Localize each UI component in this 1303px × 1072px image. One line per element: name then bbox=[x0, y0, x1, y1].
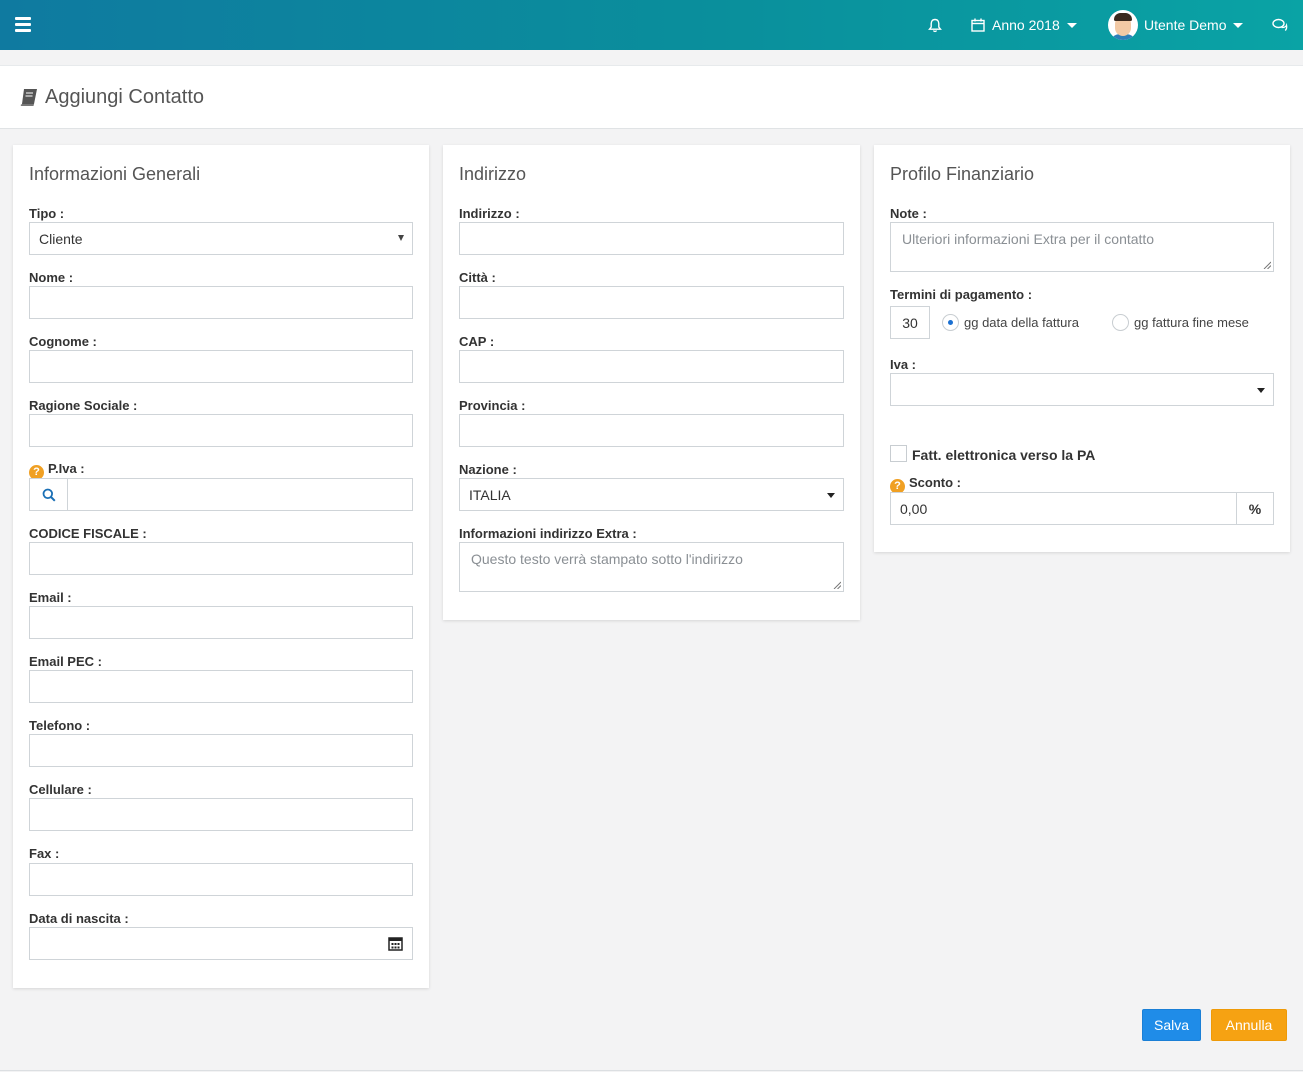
finance-title: Profilo Finanziario bbox=[890, 164, 1035, 184]
chat-icon bbox=[1272, 18, 1288, 31]
resize-handle-icon[interactable] bbox=[1263, 261, 1271, 269]
tipo-select[interactable]: Cliente bbox=[29, 222, 413, 255]
email-input[interactable] bbox=[29, 606, 413, 639]
extra-address-label: Informazioni indirizzo Extra : bbox=[459, 526, 637, 541]
chevron-down-icon bbox=[827, 493, 835, 498]
fax-input[interactable] bbox=[29, 863, 413, 896]
search-icon bbox=[42, 488, 56, 502]
year-label: Anno 2018 bbox=[992, 17, 1060, 33]
nazione-select[interactable]: ITALIA bbox=[459, 478, 844, 511]
nome-input[interactable] bbox=[29, 286, 413, 319]
page-header: Aggiungi Contatto bbox=[0, 65, 1303, 129]
calendar-icon bbox=[971, 18, 985, 32]
cap-input[interactable] bbox=[459, 350, 844, 383]
note-textarea[interactable]: Ulteriori informazioni Extra per il cont… bbox=[890, 222, 1274, 272]
ragione-sociale-input[interactable] bbox=[29, 414, 413, 447]
piva-label: P.Iva : bbox=[48, 461, 85, 476]
book-icon bbox=[20, 89, 37, 106]
citta-input[interactable] bbox=[459, 286, 844, 319]
general-info-card: Informazioni Generali Tipo : Cliente Nom… bbox=[13, 145, 429, 988]
sconto-unit: % bbox=[1236, 493, 1273, 524]
data-nascita-input[interactable] bbox=[29, 927, 413, 960]
email-pec-label: Email PEC : bbox=[29, 654, 102, 669]
email-label: Email : bbox=[29, 590, 72, 605]
indirizzo-input[interactable] bbox=[459, 222, 844, 255]
fax-label: Fax : bbox=[29, 846, 60, 861]
telefono-input[interactable] bbox=[29, 734, 413, 767]
pa-checkbox[interactable] bbox=[890, 445, 907, 462]
extra-address-textarea[interactable]: Questo testo verrà stampato sotto l'indi… bbox=[459, 542, 844, 592]
sconto-value: 0,00 bbox=[900, 500, 928, 517]
sconto-input[interactable]: 0,00 % bbox=[890, 492, 1274, 525]
calendar-icon[interactable] bbox=[388, 936, 403, 951]
extra-address-placeholder: Questo testo verrà stampato sotto l'indi… bbox=[471, 551, 743, 567]
general-info-title: Informazioni Generali bbox=[29, 164, 201, 184]
data-nascita-label: Data di nascita : bbox=[29, 911, 129, 926]
page-title-text: Aggiungi Contatto bbox=[45, 86, 205, 108]
hamburger-menu-icon[interactable] bbox=[15, 17, 31, 32]
address-card: Indirizzo Indirizzo : Città : CAP : Prov… bbox=[443, 145, 860, 620]
address-title: Indirizzo bbox=[459, 164, 527, 184]
cognome-label: Cognome : bbox=[29, 334, 97, 349]
sconto-label: Sconto : bbox=[909, 475, 961, 490]
cancel-button[interactable]: Annulla bbox=[1211, 1009, 1287, 1041]
sconto-label-row: ? Sconto : bbox=[890, 475, 961, 494]
codice-fiscale-input[interactable] bbox=[29, 542, 413, 575]
nome-label: Nome : bbox=[29, 270, 74, 285]
radio-fine-mese-label: gg fattura fine mese bbox=[1134, 315, 1249, 330]
piva-input-group[interactable] bbox=[29, 478, 413, 511]
page-title: Aggiungi Contatto bbox=[20, 86, 204, 109]
avatar bbox=[1108, 10, 1138, 40]
chevron-down-icon bbox=[398, 235, 404, 241]
bell-icon bbox=[928, 18, 942, 32]
cognome-input[interactable] bbox=[29, 350, 413, 383]
telefono-label: Telefono : bbox=[29, 718, 91, 733]
termini-value: 30 bbox=[902, 314, 918, 331]
notifications-button[interactable] bbox=[928, 0, 942, 50]
tipo-value: Cliente bbox=[39, 230, 83, 247]
chevron-down-icon bbox=[1233, 22, 1244, 28]
indirizzo-label: Indirizzo : bbox=[459, 206, 520, 221]
top-navbar: Anno 2018 Utente Demo bbox=[0, 0, 1303, 50]
save-button[interactable]: Salva bbox=[1142, 1009, 1201, 1041]
pa-label: Fatt. elettronica verso la PA bbox=[912, 447, 1096, 463]
iva-select[interactable] bbox=[890, 373, 1274, 406]
chevron-down-icon bbox=[1257, 388, 1265, 393]
footer-divider bbox=[0, 1070, 1303, 1071]
chat-button[interactable] bbox=[1272, 0, 1288, 50]
radio-data-fattura-label: gg data della fattura bbox=[964, 315, 1079, 330]
finance-card: Profilo Finanziario Note : Ulteriori inf… bbox=[874, 145, 1290, 552]
note-placeholder: Ulteriori informazioni Extra per il cont… bbox=[902, 231, 1155, 247]
nazione-label: Nazione : bbox=[459, 462, 517, 477]
year-dropdown[interactable]: Anno 2018 bbox=[971, 0, 1077, 50]
radio-fine-mese[interactable] bbox=[1112, 314, 1129, 331]
piva-search-button[interactable] bbox=[30, 479, 68, 510]
ragione-sociale-label: Ragione Sociale : bbox=[29, 398, 138, 413]
chevron-down-icon bbox=[1066, 22, 1077, 28]
termini-label: Termini di pagamento : bbox=[890, 287, 1033, 302]
tipo-label: Tipo : bbox=[29, 206, 65, 221]
citta-label: Città : bbox=[459, 270, 496, 285]
note-label: Note : bbox=[890, 206, 927, 221]
email-pec-input[interactable] bbox=[29, 670, 413, 703]
provincia-input[interactable] bbox=[459, 414, 844, 447]
codice-fiscale-label: CODICE FISCALE : bbox=[29, 526, 147, 541]
user-menu[interactable]: Utente Demo bbox=[1108, 0, 1244, 50]
cap-label: CAP : bbox=[459, 334, 495, 349]
termini-input[interactable]: 30 bbox=[890, 306, 930, 339]
cellulare-label: Cellulare : bbox=[29, 782, 92, 797]
nazione-value: ITALIA bbox=[469, 486, 511, 503]
iva-label: Iva : bbox=[890, 357, 917, 372]
radio-data-fattura[interactable] bbox=[942, 314, 959, 331]
piva-label-row: ? P.Iva : bbox=[29, 461, 85, 480]
user-name: Utente Demo bbox=[1144, 17, 1227, 33]
provincia-label: Provincia : bbox=[459, 398, 526, 413]
cellulare-input[interactable] bbox=[29, 798, 413, 831]
resize-handle-icon[interactable] bbox=[833, 581, 841, 589]
